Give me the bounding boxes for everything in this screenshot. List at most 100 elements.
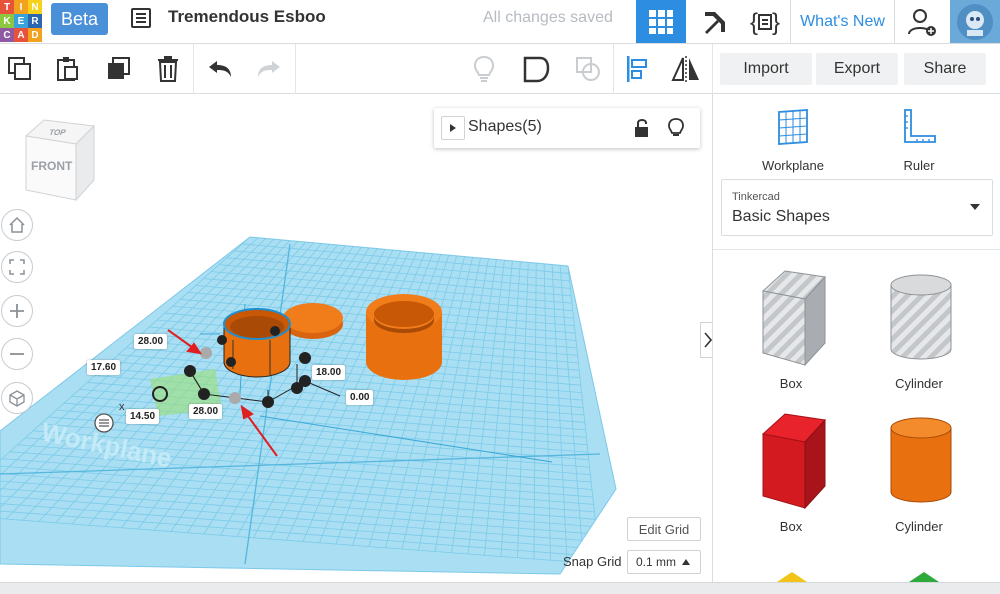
robot-avatar-icon [957,3,993,40]
dimension-offset-x[interactable]: 14.50 [126,409,160,424]
align-icon [627,56,647,82]
pyramid-shape-icon[interactable] [909,572,939,582]
edit-toolbar: Import Export Share [0,44,1000,94]
shape-library-select[interactable]: Tinkercad Basic Shapes [721,179,993,236]
minecraft-view-button[interactable] [690,0,740,43]
snap-grid-label: Snap Grid [563,554,622,569]
lightbulb-icon [473,55,495,82]
home-icon [9,216,25,233]
import-button[interactable]: Import [720,53,812,85]
codeblocks-view-button[interactable]: { } [742,0,788,43]
export-button[interactable]: Export [816,53,898,85]
redo-icon [258,61,280,77]
shape-label: Cylinder [895,376,943,391]
caret-up-icon [682,559,691,565]
group-button[interactable] [519,52,553,86]
workplane-tool[interactable]: Workplane [733,102,853,173]
lightbulb-icon[interactable] [666,117,686,139]
box-red-icon [761,413,826,510]
tinkercad-logo[interactable]: T I N K E R C A D [0,0,42,42]
snap-grid-value: 0.1 mm [636,555,677,569]
shapes-panel-toggle[interactable] [441,116,465,140]
shape-tile-box-striped[interactable]: Box [731,257,851,391]
share-button[interactable]: Share [904,53,986,85]
save-status: All changes saved [483,9,613,26]
align-button[interactable] [620,52,654,86]
ruler-tool-label: Ruler [903,158,935,173]
chevron-right-icon [703,332,712,348]
ungroup-button[interactable] [571,52,605,86]
cylinder-striped-icon [890,274,952,360]
delete-button[interactable] [151,52,185,86]
snap-grid-select[interactable]: 0.1 mm [627,550,701,574]
duplicate-button[interactable] [102,52,136,86]
undo-icon [209,61,231,77]
user-avatar[interactable] [950,0,1000,43]
user-add-icon [908,8,936,36]
viewcube-front-label: FRONT [31,159,73,173]
shape-label: Box [779,519,803,534]
shape-tile-cylinder-orange[interactable]: Cylinder [859,400,979,534]
document-list-icon[interactable] [129,6,153,30]
logo-letter: A [14,28,28,42]
rotate-handle-icon[interactable] [94,413,114,433]
dimension-height[interactable]: 18.00 [312,365,346,380]
show-all-button[interactable] [467,52,501,86]
perspective-button[interactable] [1,382,33,414]
group-icon [523,56,550,83]
fit-view-icon [9,259,25,275]
edit-grid-button[interactable]: Edit Grid [627,517,701,541]
zoom-out-button[interactable] [1,338,33,370]
mirror-button[interactable] [669,52,703,86]
document-title[interactable]: Tremendous Esboo [168,7,326,27]
codeblocks-icon: { } [750,9,780,36]
shapes-panel: Shapes(5) [434,108,700,148]
logo-letter: E [14,14,28,28]
workplane-icon [778,109,808,145]
redo-button[interactable] [252,52,286,86]
logo-letter: N [28,0,42,14]
ungroup-icon [576,57,600,81]
logo-letter: K [0,14,14,28]
whats-new-button[interactable]: What's New [790,0,895,43]
bottom-scrollbar[interactable] [0,582,1000,594]
home-view-button[interactable] [1,209,33,241]
undo-button[interactable] [203,52,237,86]
3d-viewport[interactable]: Workplane x TOP FRONT Shapes(5) 28.00 17… [0,94,712,582]
copy-button[interactable] [3,52,37,86]
shape-tile-box-red[interactable]: Box [731,400,851,534]
beta-badge[interactable]: Beta [51,3,108,35]
caret-right-icon [450,124,456,132]
plus-icon [10,304,24,318]
ruler-tool[interactable]: Ruler [859,102,979,173]
roof-shape-icon[interactable] [777,572,807,582]
dimension-elevation[interactable]: 0.00 [346,390,374,405]
orange-disc-shape[interactable] [283,303,343,339]
view-cube[interactable]: TOP FRONT [22,114,98,204]
paste-button[interactable] [51,52,85,86]
workplane-scene[interactable]: Workplane x [0,94,712,582]
chevron-down-icon [970,204,980,210]
workplane-tool-label: Workplane [762,158,824,173]
ruler-icon [904,109,936,143]
dimension-width[interactable]: 17.60 [87,360,121,375]
minus-icon [10,353,24,355]
add-user-button[interactable] [898,0,946,43]
library-name: Basic Shapes [732,208,830,225]
zoom-in-button[interactable] [1,295,33,327]
mirror-icon [671,56,699,82]
collapse-panel-button[interactable] [700,322,712,358]
shape-label: Box [779,376,803,391]
fit-view-button[interactable] [1,251,33,283]
svg-text:}: } [772,9,780,36]
orange-tube-shape[interactable] [366,294,442,380]
box-striped-icon [761,270,826,367]
unlock-icon[interactable] [632,117,652,139]
shape-tile-cylinder-striped[interactable]: Cylinder [859,257,979,391]
dimension-length-top[interactable]: 28.00 [134,334,168,349]
dimension-length-bottom[interactable]: 28.00 [189,404,223,419]
logo-letter: C [0,28,14,42]
selected-cylinder-shape[interactable] [223,308,291,378]
3d-design-view-button[interactable] [636,0,686,43]
top-bar: T I N K E R C A D Beta Tremendous Esboo … [0,0,1000,44]
